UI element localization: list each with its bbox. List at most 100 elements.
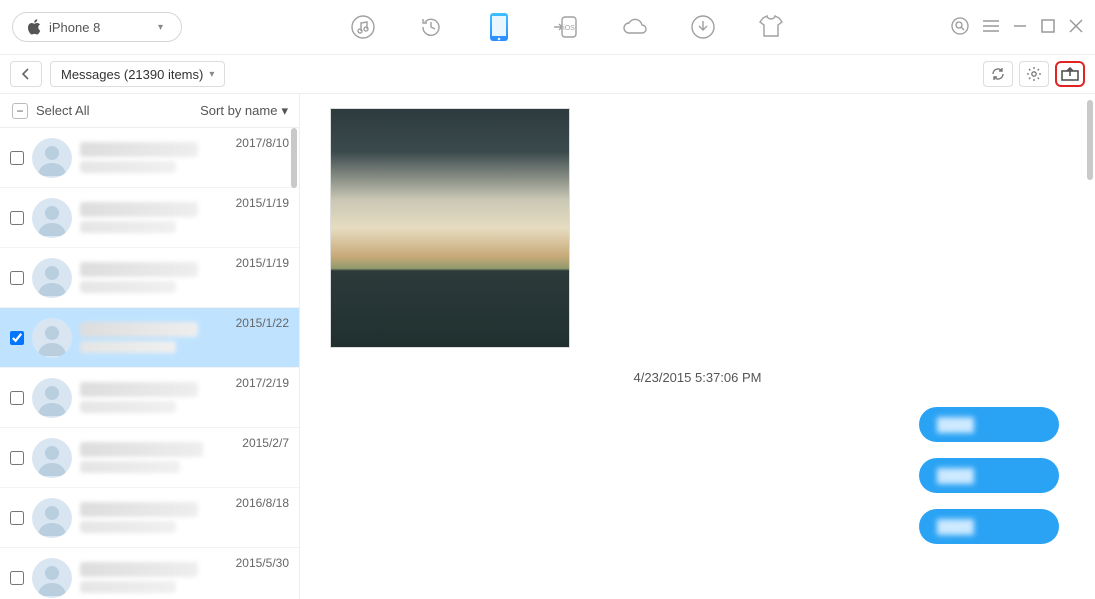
avatar — [32, 378, 72, 418]
conversation-title — [80, 322, 198, 337]
row-checkbox[interactable] — [10, 571, 24, 585]
avatar — [32, 198, 72, 238]
row-checkbox[interactable] — [10, 151, 24, 165]
avatar — [32, 318, 72, 358]
sort-dropdown[interactable]: Sort by name ▾ — [200, 103, 288, 119]
conversation-title — [80, 262, 198, 277]
conversation-row[interactable]: 2015/2/7 — [0, 428, 299, 488]
svg-text:iOS: iOS — [563, 25, 575, 32]
menu-icon[interactable] — [983, 19, 999, 36]
conversation-date: 2015/1/19 — [236, 196, 289, 210]
conversation-title — [80, 142, 198, 157]
conversation-preview — [80, 461, 180, 473]
conversation-preview — [80, 581, 176, 593]
list-header: − Select All Sort by name ▾ — [0, 94, 300, 128]
avatar — [32, 558, 72, 598]
conversation-title — [80, 442, 203, 457]
export-button[interactable] — [1055, 61, 1085, 87]
row-checkbox[interactable] — [10, 511, 24, 525]
conversation-row[interactable]: 2017/2/19 — [0, 368, 299, 428]
search-circle-icon[interactable] — [951, 17, 969, 38]
top-nav-icons: iOS — [182, 11, 951, 43]
to-ios-icon[interactable]: iOS — [551, 11, 583, 43]
message-bubble[interactable]: ████ — [919, 509, 1059, 544]
sort-caret-icon: ▾ — [281, 103, 288, 119]
conversation-date: 2017/2/19 — [236, 376, 289, 390]
conversation-date: 2015/5/30 — [236, 556, 289, 570]
row-checkbox[interactable] — [10, 451, 24, 465]
conversation-date: 2015/1/19 — [236, 256, 289, 270]
conversation-list: − Select All Sort by name ▾ 2017/8/10 201… — [0, 94, 300, 599]
avatar — [32, 138, 72, 178]
select-all-toggle[interactable]: − — [12, 103, 28, 119]
row-checkbox[interactable] — [10, 391, 24, 405]
main-area: − Select All Sort by name ▾ 2017/8/10 201… — [0, 94, 1095, 599]
conversation-row[interactable]: 2015/5/30 — [0, 548, 299, 599]
cloud-icon[interactable] — [619, 11, 651, 43]
download-icon[interactable] — [687, 11, 719, 43]
avatar — [32, 438, 72, 478]
conversation-row[interactable]: 2017/8/10 — [0, 128, 299, 188]
message-bubble[interactable]: ████ — [919, 458, 1059, 493]
row-checkbox[interactable] — [10, 211, 24, 225]
avatar — [32, 258, 72, 298]
sub-toolbar: Messages (21390 items) ▾ — [0, 54, 1095, 94]
window-controls — [951, 17, 1083, 38]
row-checkbox[interactable] — [10, 331, 24, 345]
minimize-icon[interactable] — [1013, 19, 1027, 36]
conversation-row[interactable]: 2015/1/19 — [0, 188, 299, 248]
phone-icon[interactable] — [483, 11, 515, 43]
message-bubble[interactable]: ████ — [919, 407, 1059, 442]
row-checkbox[interactable] — [10, 271, 24, 285]
message-content: 4/23/2015 5:37:06 PM ████ ████ ████ — [300, 94, 1095, 599]
top-toolbar: iPhone 8 ▾ iOS — [0, 0, 1095, 54]
row-text — [80, 142, 228, 173]
device-label: iPhone 8 — [49, 20, 100, 35]
conversation-date: 2015/1/22 — [236, 316, 289, 330]
conversation-preview — [80, 521, 176, 533]
conversation-title — [80, 382, 198, 397]
select-all-label: Select All — [36, 103, 89, 118]
conversation-row[interactable]: 2015/1/19 — [0, 248, 299, 308]
conversation-date: 2017/8/10 — [236, 136, 289, 150]
row-text — [80, 382, 228, 413]
settings-button[interactable] — [1019, 61, 1049, 87]
row-text — [80, 322, 228, 353]
refresh-button[interactable] — [983, 61, 1013, 87]
chevron-down-icon: ▾ — [209, 69, 214, 80]
list-scrollbar-thumb[interactable] — [291, 128, 297, 188]
avatar — [32, 498, 72, 538]
apple-icon — [27, 19, 41, 35]
music-icon[interactable] — [347, 11, 379, 43]
conversation-row[interactable]: 2016/8/18 — [0, 488, 299, 548]
device-selector[interactable]: iPhone 8 ▾ — [12, 12, 182, 42]
conversation-preview — [80, 341, 176, 353]
row-text — [80, 262, 228, 293]
outgoing-messages: ████ ████ ████ — [330, 407, 1065, 544]
breadcrumb-label: Messages (21390 items) — [61, 67, 203, 82]
conversation-preview — [80, 401, 176, 413]
row-text — [80, 202, 228, 233]
conversation-title — [80, 202, 198, 217]
back-button[interactable] — [10, 61, 42, 87]
message-image-attachment[interactable] — [330, 108, 570, 348]
row-text — [80, 442, 234, 473]
chevron-down-icon: ▾ — [158, 22, 163, 33]
history-icon[interactable] — [415, 11, 447, 43]
conversation-preview — [80, 281, 176, 293]
breadcrumb-dropdown[interactable]: Messages (21390 items) ▾ — [50, 61, 225, 87]
tshirt-icon[interactable] — [755, 11, 787, 43]
sort-label: Sort by name — [200, 103, 277, 118]
row-text — [80, 502, 228, 533]
message-timestamp: 4/23/2015 5:37:06 PM — [330, 370, 1065, 385]
row-text — [80, 562, 228, 593]
conversation-row[interactable]: 2015/1/22 — [0, 308, 299, 368]
conversation-date: 2016/8/18 — [236, 496, 289, 510]
close-icon[interactable] — [1069, 19, 1083, 36]
content-scrollbar-thumb[interactable] — [1087, 100, 1093, 180]
conversation-preview — [80, 161, 176, 173]
conversation-preview — [80, 221, 176, 233]
maximize-icon[interactable] — [1041, 19, 1055, 36]
conversation-title — [80, 562, 198, 577]
conversation-date: 2015/2/7 — [242, 436, 289, 450]
